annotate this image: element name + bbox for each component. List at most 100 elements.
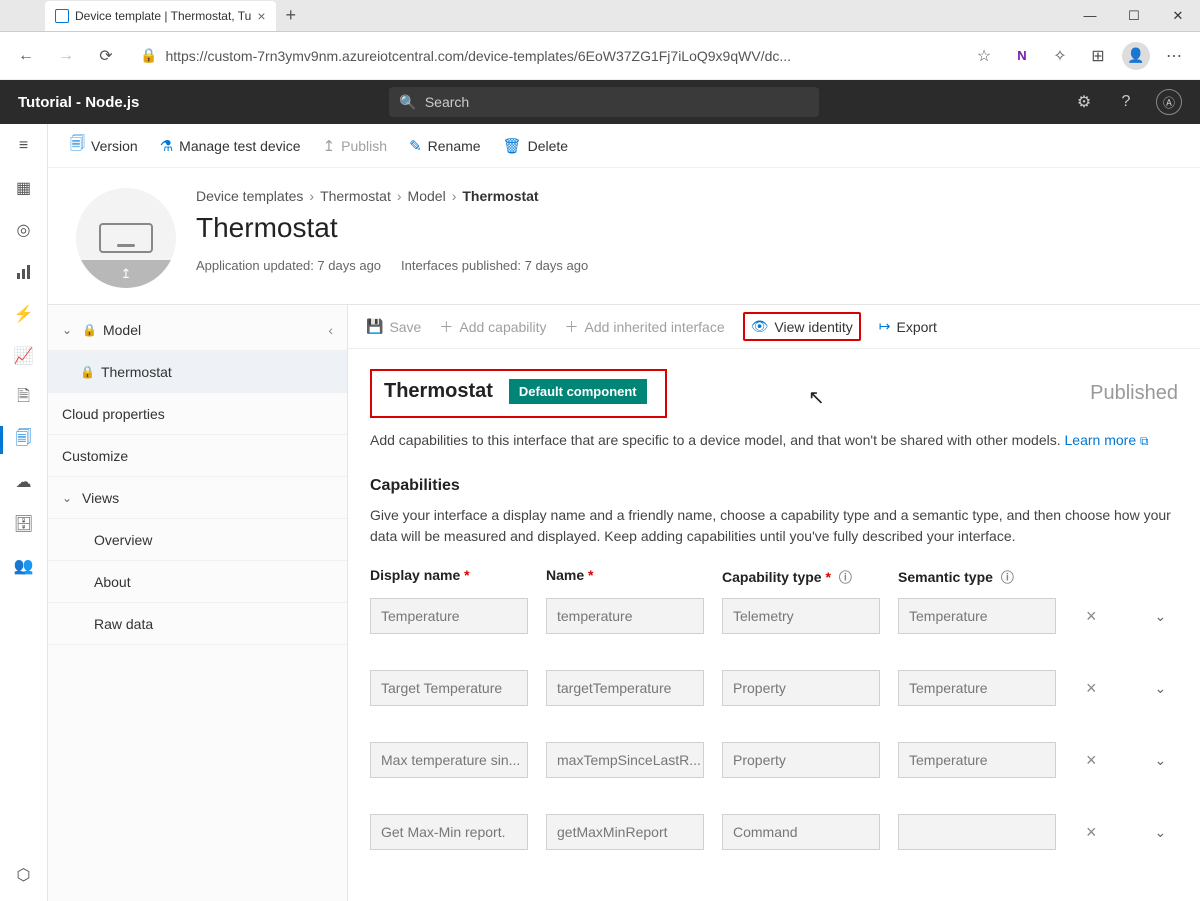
rail-rules-icon[interactable]: 📈: [12, 344, 36, 368]
capability-type-select[interactable]: Command: [722, 814, 880, 850]
capability-type-select[interactable]: Property: [722, 742, 880, 778]
highlight-annotation: Thermostat Default component: [370, 369, 667, 418]
semantic-type-select[interactable]: [898, 814, 1056, 850]
remove-row-icon[interactable]: ×: [1086, 822, 1097, 843]
info-icon[interactable]: ⓘ: [1001, 570, 1014, 585]
name-input[interactable]: getMaxMinReport: [546, 814, 704, 850]
chevron-down-icon[interactable]: ⌄: [1155, 608, 1167, 625]
info-icon[interactable]: ⓘ: [839, 570, 852, 585]
capability-row: Max temperature sin... maxTempSinceLastR.…: [370, 742, 1178, 778]
extensions-icon[interactable]: ⊞: [1082, 40, 1114, 72]
external-link-icon: ⧉: [1140, 434, 1149, 448]
breadcrumb-link[interactable]: Thermostat: [320, 188, 391, 204]
breadcrumb-link[interactable]: Model: [408, 188, 446, 204]
window-maximize-icon[interactable]: ☐: [1112, 0, 1156, 32]
rail-jobs-icon[interactable]: ⚡: [12, 302, 36, 326]
app-updated-text: Application updated: 7 days ago: [196, 258, 381, 273]
onenote-icon[interactable]: N: [1006, 40, 1038, 72]
tree-item-thermostat[interactable]: 🔒 Thermostat: [48, 351, 347, 393]
name-input[interactable]: temperature: [546, 598, 704, 634]
template-header: ↥ Device templates › Thermostat › Model …: [48, 168, 1200, 304]
tree-item-about[interactable]: About: [48, 561, 347, 603]
upload-overlay-icon[interactable]: ↥: [76, 260, 176, 288]
chevron-down-icon[interactable]: ⌄: [1155, 824, 1167, 841]
help-icon[interactable]: ?: [1114, 90, 1138, 114]
tree-item-rawdata[interactable]: Raw data: [48, 603, 347, 645]
save-button[interactable]: 💾 Save: [366, 318, 421, 335]
url-field[interactable]: 🔒 https://custom-7rn3ymv9nm.azureiotcent…: [130, 47, 960, 64]
window-minimize-icon[interactable]: —: [1068, 0, 1112, 32]
rail-app-icon[interactable]: ⬡: [12, 863, 36, 887]
breadcrumb-link[interactable]: Device templates: [196, 188, 303, 204]
favorite-icon[interactable]: ☆: [968, 40, 1000, 72]
semantic-type-select[interactable]: Temperature: [898, 598, 1056, 634]
rail-menu-icon[interactable]: ≡: [12, 134, 36, 158]
tab-close-icon[interactable]: ×: [257, 8, 265, 24]
forward-button[interactable]: →: [50, 40, 82, 72]
chevron-down-icon[interactable]: ⌄: [1155, 752, 1167, 769]
reload-button[interactable]: ⟳: [90, 40, 122, 72]
capability-type-select[interactable]: Property: [722, 670, 880, 706]
learn-more-link[interactable]: Learn more ⧉: [1065, 432, 1149, 448]
collections-icon[interactable]: ✧: [1044, 40, 1076, 72]
rail-templates-icon[interactable]: 🗐: [12, 428, 36, 452]
display-name-input[interactable]: Target Temperature: [370, 670, 528, 706]
device-box-icon: [99, 223, 153, 253]
rail-dashboard-icon[interactable]: ▦: [12, 176, 36, 200]
window-close-icon[interactable]: ✕: [1156, 0, 1200, 32]
back-button[interactable]: ←: [10, 40, 42, 72]
browser-tab[interactable]: Device template | Thermostat, Tu ×: [45, 1, 276, 31]
account-badge-icon[interactable]: Ⓐ: [1156, 89, 1182, 115]
settings-icon[interactable]: ⚙: [1072, 90, 1096, 114]
rail-devices-icon[interactable]: ◎: [12, 218, 36, 242]
display-name-input[interactable]: Temperature: [370, 598, 528, 634]
rail-export-icon[interactable]: ☁: [12, 470, 36, 494]
chevron-right-icon: ›: [452, 188, 457, 204]
chevron-right-icon: ›: [397, 188, 402, 204]
remove-row-icon[interactable]: ×: [1086, 606, 1097, 627]
rail-admin-icon[interactable]: 🗄: [12, 512, 36, 536]
add-capability-button[interactable]: ＋ Add capability: [439, 317, 546, 337]
rename-icon: ✎: [409, 137, 422, 155]
more-icon[interactable]: ⋯: [1158, 40, 1190, 72]
export-button[interactable]: ↦ Export: [879, 318, 937, 335]
tree-item-views[interactable]: ⌄ Views: [48, 477, 347, 519]
component-description: Add capabilities to this interface that …: [370, 432, 1178, 449]
remove-row-icon[interactable]: ×: [1086, 678, 1097, 699]
name-input[interactable]: targetTemperature: [546, 670, 704, 706]
new-tab-button[interactable]: +: [276, 5, 307, 26]
export-icon: ↦: [879, 318, 891, 335]
search-icon: 🔍: [399, 94, 416, 111]
capabilities-heading: Capabilities: [370, 477, 1178, 495]
tree-item-customize[interactable]: Customize: [48, 435, 347, 477]
collapse-panel-icon[interactable]: ‹: [328, 322, 333, 338]
display-name-input[interactable]: Get Max-Min report.: [370, 814, 528, 850]
rail-users-icon[interactable]: 👥: [12, 554, 36, 578]
rail-data-icon[interactable]: 🗎: [12, 386, 36, 410]
profile-avatar[interactable]: 👤: [1120, 40, 1152, 72]
version-icon: 🗐: [70, 133, 85, 158]
app-header: Tutorial - Node.js 🔍 Search ⚙ ? Ⓐ: [0, 80, 1200, 124]
chevron-down-icon[interactable]: ⌄: [1155, 680, 1167, 697]
version-button[interactable]: 🗐 Version: [70, 133, 138, 158]
add-inherited-button[interactable]: ＋ Add inherited interface: [565, 317, 725, 337]
publish-button[interactable]: ↥ Publish: [323, 137, 388, 155]
capability-type-select[interactable]: Telemetry: [722, 598, 880, 634]
semantic-type-select[interactable]: Temperature: [898, 742, 1056, 778]
tree-item-overview[interactable]: Overview: [48, 519, 347, 561]
manage-test-device-button[interactable]: ⚗ Manage test device: [160, 137, 301, 155]
name-input[interactable]: maxTempSinceLastR...: [546, 742, 704, 778]
tree-item-cloud-properties[interactable]: Cloud properties: [48, 393, 347, 435]
rename-button[interactable]: ✎ Rename: [409, 137, 481, 155]
search-input[interactable]: 🔍 Search: [389, 87, 819, 117]
semantic-type-select[interactable]: Temperature: [898, 670, 1056, 706]
capability-row: Target Temperature targetTemperature Prope…: [370, 670, 1178, 706]
tree-item-model[interactable]: ⌄ 🔒 Model ‹: [48, 309, 347, 351]
rail-analytics-icon[interactable]: [12, 260, 36, 284]
remove-row-icon[interactable]: ×: [1086, 750, 1097, 771]
view-identity-button[interactable]: 👁 View identity: [751, 318, 853, 335]
display-name-input[interactable]: Max temperature sin...: [370, 742, 528, 778]
breadcrumb: Device templates › Thermostat › Model › …: [196, 188, 588, 204]
delete-button[interactable]: 🗑 Delete: [503, 137, 569, 155]
flask-icon: ⚗: [160, 137, 173, 155]
